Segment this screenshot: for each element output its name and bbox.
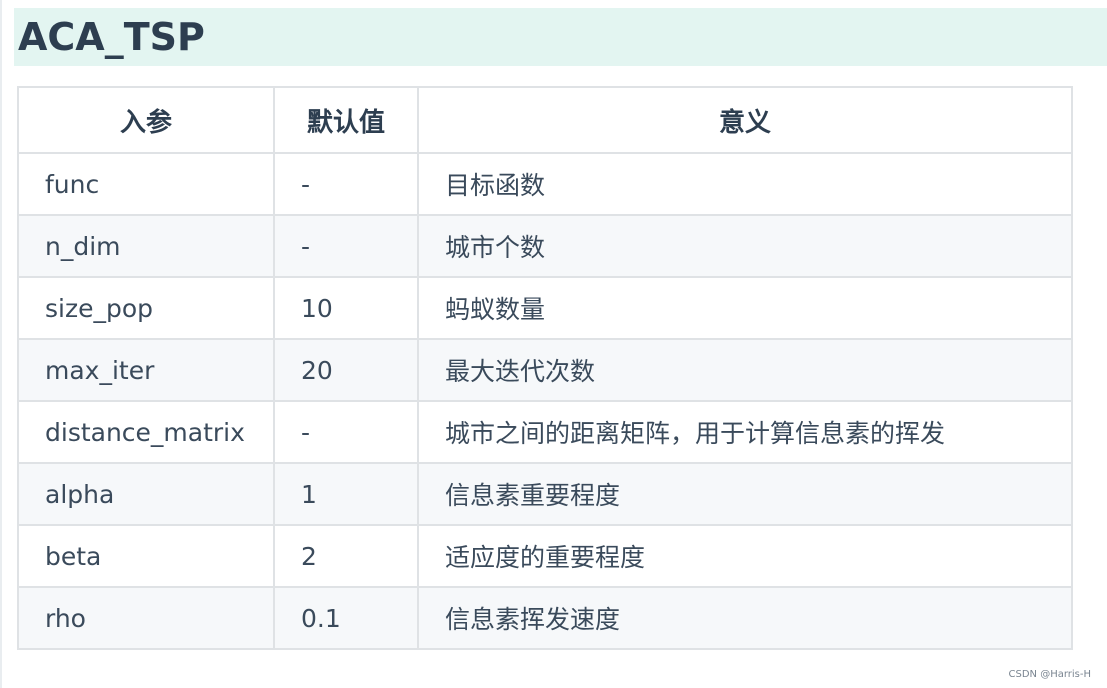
default-value-cell: 2 — [273, 524, 419, 588]
default-value-cell: 1 — [273, 462, 419, 526]
parameters-table: 入参 默认值 意义 func - 目标函数 n_dim - 城市个数 size_… — [17, 86, 1073, 650]
table-row: n_dim - 城市个数 — [17, 214, 1073, 278]
table-row: max_iter 20 最大迭代次数 — [17, 338, 1073, 402]
section-heading-bar: ACA_TSP — [14, 8, 1107, 66]
meaning-cell: 目标函数 — [417, 152, 1073, 216]
table-row: size_pop 10 蚂蚁数量 — [17, 276, 1073, 340]
section-title: ACA_TSP — [18, 15, 205, 59]
default-value-cell: 20 — [273, 338, 419, 402]
meaning-cell: 城市个数 — [417, 214, 1073, 278]
param-name-cell: rho — [17, 586, 275, 650]
meaning-cell: 信息素挥发速度 — [417, 586, 1073, 650]
table-row: alpha 1 信息素重要程度 — [17, 462, 1073, 526]
table-row: rho 0.1 信息素挥发速度 — [17, 586, 1073, 650]
meaning-cell: 信息素重要程度 — [417, 462, 1073, 526]
default-value-cell: - — [273, 152, 419, 216]
default-value-cell: 0.1 — [273, 586, 419, 650]
meaning-cell: 最大迭代次数 — [417, 338, 1073, 402]
param-name-cell: func — [17, 152, 275, 216]
default-value-cell: 10 — [273, 276, 419, 340]
watermark-text: CSDN @Harris-H — [1008, 669, 1092, 680]
param-name-cell: beta — [17, 524, 275, 588]
param-name-cell: distance_matrix — [17, 400, 275, 464]
meaning-cell: 蚂蚁数量 — [417, 276, 1073, 340]
table-header-row: 入参 默认值 意义 — [17, 86, 1073, 154]
table-row: distance_matrix - 城市之间的距离矩阵，用于计算信息素的挥发 — [17, 400, 1073, 464]
param-name-cell: n_dim — [17, 214, 275, 278]
table-row: beta 2 适应度的重要程度 — [17, 524, 1073, 588]
param-name-cell: max_iter — [17, 338, 275, 402]
header-default: 默认值 — [273, 86, 419, 154]
header-param: 入参 — [17, 86, 275, 154]
document-page: ACA_TSP 入参 默认值 意义 func - 目标函数 n_dim - 城市… — [0, 0, 1107, 688]
default-value-cell: - — [273, 400, 419, 464]
meaning-cell: 适应度的重要程度 — [417, 524, 1073, 588]
header-meaning: 意义 — [417, 86, 1073, 154]
meaning-cell: 城市之间的距离矩阵，用于计算信息素的挥发 — [417, 400, 1073, 464]
default-value-cell: - — [273, 214, 419, 278]
param-name-cell: alpha — [17, 462, 275, 526]
table-row: func - 目标函数 — [17, 152, 1073, 216]
param-name-cell: size_pop — [17, 276, 275, 340]
